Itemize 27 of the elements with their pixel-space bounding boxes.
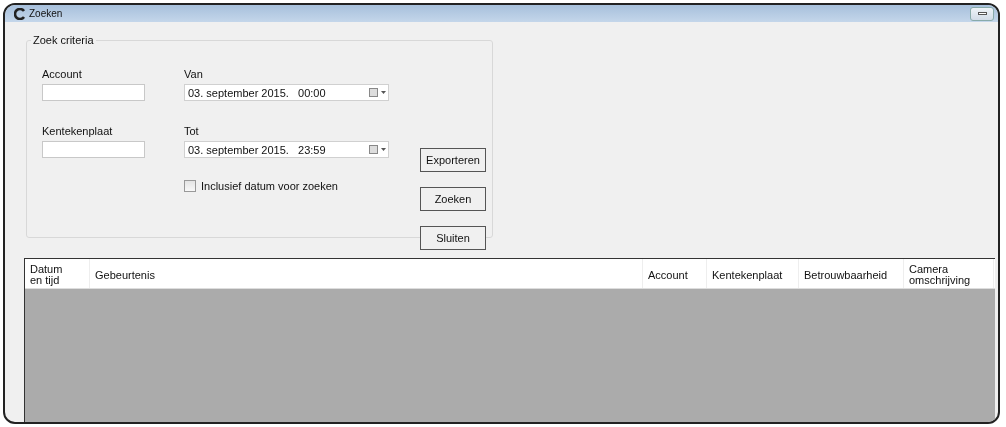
account-field[interactable] (42, 84, 145, 101)
date-value: 03. september 2015. 23:59 (188, 143, 326, 156)
action-button[interactable]: Zoeken (420, 187, 486, 211)
field-label: Van (184, 68, 204, 82)
group-title: Zoek criteria (32, 34, 95, 46)
field-label: Kentekenplaat (42, 125, 114, 139)
minimize-button[interactable] (970, 6, 994, 21)
column-header[interactable]: Datum en tijd (25, 259, 90, 288)
column-header[interactable]: Gebeurtenis (90, 259, 643, 288)
column-header[interactable]: Kentekenplaat (707, 259, 799, 288)
window-title: Zoeken (29, 8, 63, 19)
calendar-dropdown-icon (369, 145, 387, 154)
column-header[interactable]: Camera omschrijving (904, 259, 994, 288)
date-picker[interactable]: 03. september 2015. 00:00 (184, 84, 389, 101)
column-header[interactable]: Account (643, 259, 707, 288)
field-label: Account (42, 68, 83, 82)
checkbox-label: Inclusief datum voor zoeken (201, 180, 338, 192)
date-value: 03. september 2015. 00:00 (188, 86, 326, 99)
field-label: Tot (184, 125, 200, 139)
action-button[interactable]: Sluiten (420, 226, 486, 250)
action-button[interactable]: Exporteren (420, 148, 486, 172)
calendar-dropdown-icon (369, 88, 387, 97)
column-header[interactable]: Betrouwbaarheid (799, 259, 904, 288)
date-picker[interactable]: 03. september 2015. 23:59 (184, 141, 389, 158)
app-logo-icon (14, 7, 26, 20)
checkbox[interactable] (184, 180, 196, 192)
plate-field[interactable] (42, 141, 145, 158)
